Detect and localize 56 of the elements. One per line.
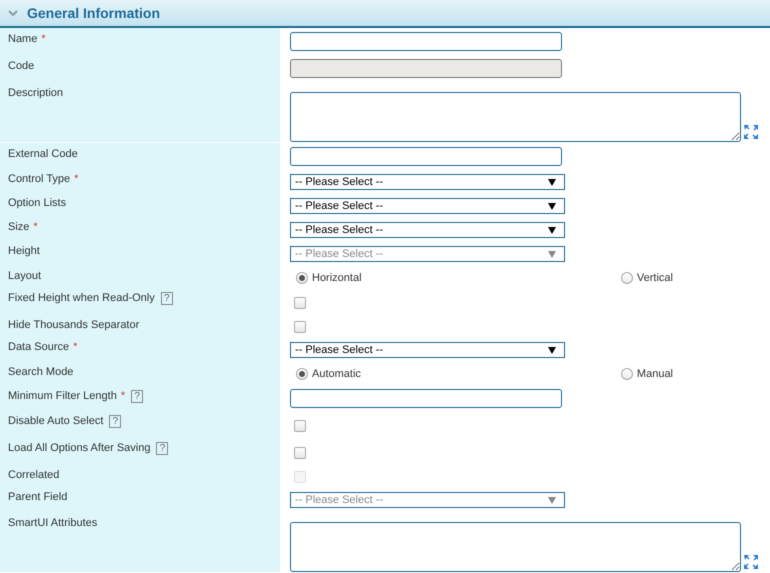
field-label: Fixed Height when Read-Only xyxy=(8,292,155,305)
field-label: SmartUI Attributes xyxy=(8,517,98,530)
section-header[interactable]: General Information xyxy=(0,0,770,28)
chevron-down-icon[interactable] xyxy=(8,9,18,17)
dropdown[interactable]: -- Please Select -- xyxy=(290,222,565,238)
radio-option[interactable]: Manual xyxy=(620,368,673,380)
field-label: Hide Thousands Separator xyxy=(8,319,140,332)
text-area[interactable] xyxy=(290,92,741,142)
dropdown-arrow-icon xyxy=(548,178,556,186)
checkbox[interactable] xyxy=(294,321,306,333)
field-label: Layout xyxy=(8,270,42,283)
required-mark: * xyxy=(73,341,78,354)
field-label: Parent Field xyxy=(8,491,68,504)
dropdown[interactable]: -- Please Select -- xyxy=(290,174,565,190)
field-label: Name xyxy=(8,33,38,46)
dropdown[interactable]: -- Please Select -- xyxy=(290,342,565,358)
dropdown-arrow-icon xyxy=(548,346,556,354)
expand-icon[interactable] xyxy=(743,554,759,570)
dropdown-arrow-icon xyxy=(548,202,556,210)
dropdown-arrow-icon xyxy=(548,496,556,504)
text-field[interactable] xyxy=(290,32,562,51)
text-field[interactable] xyxy=(290,147,562,166)
field-label: Height xyxy=(8,245,40,258)
required-mark: * xyxy=(120,390,126,403)
field-label: Load All Options After Saving xyxy=(8,442,150,455)
field-label: Minimum Filter Length xyxy=(8,390,117,403)
expand-icon[interactable] xyxy=(743,124,759,140)
dropdown-arrow-icon xyxy=(548,226,556,234)
required-mark: * xyxy=(41,33,46,46)
field-label: Description xyxy=(8,87,64,100)
help-icon[interactable]: ? xyxy=(131,390,144,403)
field-label: Search Mode xyxy=(8,366,74,379)
dropdown-arrow-icon xyxy=(548,250,556,258)
radio-option[interactable]: Vertical xyxy=(620,272,673,284)
checkbox[interactable] xyxy=(294,420,306,432)
dropdown[interactable]: -- Please Select -- xyxy=(290,198,565,214)
help-icon[interactable]: ? xyxy=(109,415,122,428)
field-label: Control Type xyxy=(8,173,70,186)
field-label: Size xyxy=(8,221,30,234)
required-mark: * xyxy=(33,221,38,234)
checkbox[interactable] xyxy=(294,296,306,308)
text-area[interactable] xyxy=(290,522,741,572)
text-field[interactable] xyxy=(290,389,562,408)
help-icon[interactable]: ? xyxy=(160,292,173,305)
field-label: Correlated xyxy=(8,469,60,482)
field-label: External Code xyxy=(8,148,78,161)
field-label: Code xyxy=(8,60,34,73)
field-label: Data Source xyxy=(8,341,70,354)
radio-option[interactable]: Horizontal xyxy=(296,272,362,284)
required-mark: * xyxy=(74,173,78,186)
help-icon[interactable]: ? xyxy=(156,442,168,455)
field-label: Option Lists xyxy=(8,197,66,210)
field-label: Disable Auto Select xyxy=(8,415,104,428)
checkbox[interactable] xyxy=(294,446,306,458)
radio-option[interactable]: Automatic xyxy=(296,368,361,380)
section-title: General Information xyxy=(27,5,160,21)
